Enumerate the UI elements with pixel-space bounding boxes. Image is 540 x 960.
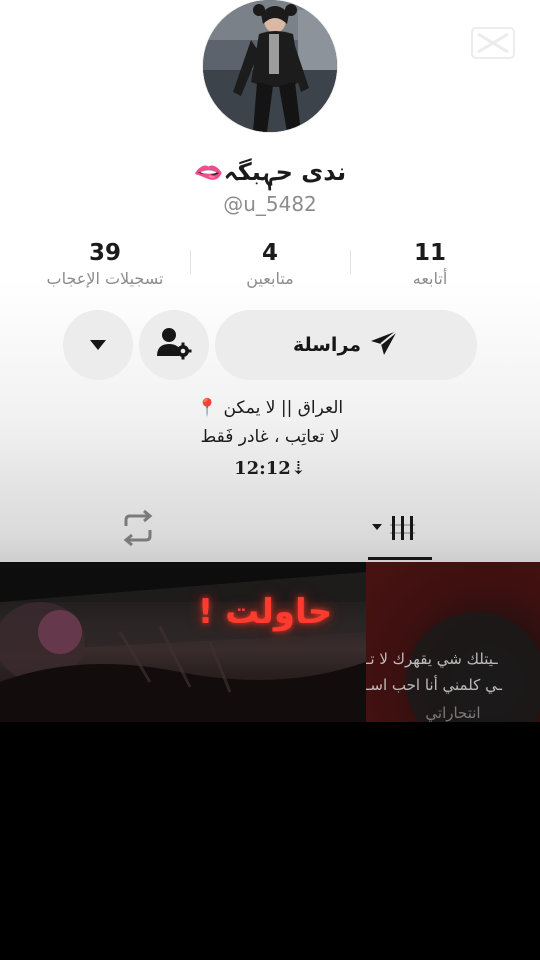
followers-label: متابعين xyxy=(246,269,294,288)
user-settings-icon xyxy=(156,326,192,364)
lips-emoji: 🫦 xyxy=(193,158,224,186)
bio-line-3: 12:12⇣ xyxy=(234,458,306,479)
grid-icon xyxy=(370,516,420,548)
active-tab-indicator xyxy=(368,557,432,560)
video-caption-line: ـي كلمني أنا احب اسـ xyxy=(366,676,502,694)
video-caption-line: انتحاراتي xyxy=(425,704,481,722)
likes-stat[interactable]: 39 تسجيلات الإعجاب xyxy=(20,238,190,290)
videos-tab[interactable] xyxy=(370,512,420,544)
watermark-logo-icon xyxy=(470,26,516,60)
caret-down-icon xyxy=(89,336,107,355)
likes-count: 39 xyxy=(88,240,121,266)
username: @u_5482 xyxy=(223,192,317,216)
followers-stat[interactable]: 4 متابعين xyxy=(185,238,355,290)
paper-plane-icon xyxy=(369,329,399,362)
following-label: أتابعه xyxy=(412,269,448,288)
likes-label: تسجيلات الإعجاب xyxy=(46,269,164,288)
display-name: ندى حہٖبگہ🫦 xyxy=(120,158,420,186)
followers-count: 4 xyxy=(261,240,278,266)
message-button-label: مراسلة xyxy=(292,334,362,356)
more-options-button[interactable] xyxy=(63,310,133,380)
repost-icon xyxy=(118,509,158,550)
display-name-text: ندى حہٖبگہ xyxy=(223,158,347,186)
video-grid: حاولت ! ـيتلك شي يقهرك لا تـ ـي كلمني أن… xyxy=(0,562,540,960)
add-friend-settings-button[interactable] xyxy=(139,310,209,380)
message-button[interactable]: مراسلة xyxy=(215,310,477,380)
following-stat[interactable]: 11 أتابعه xyxy=(345,238,515,290)
bio-line-2: لا تعاتِب ، غادر فَقط xyxy=(200,427,340,447)
video-thumbnail[interactable]: ـيتلك شي يقهرك لا تـ ـي كلمني أنا احب اس… xyxy=(366,562,540,722)
avatar[interactable] xyxy=(203,0,337,132)
repost-tab[interactable] xyxy=(118,509,158,547)
following-count: 11 xyxy=(413,240,446,266)
bio-line-1: العراق || لا يمكن 📍 xyxy=(196,398,344,418)
video-caption: حاولت ! xyxy=(197,592,333,632)
video-thumbnail[interactable]: حاولت ! xyxy=(0,562,366,722)
video-caption-line: ـيتلك شي يقهرك لا تـ xyxy=(366,650,498,668)
